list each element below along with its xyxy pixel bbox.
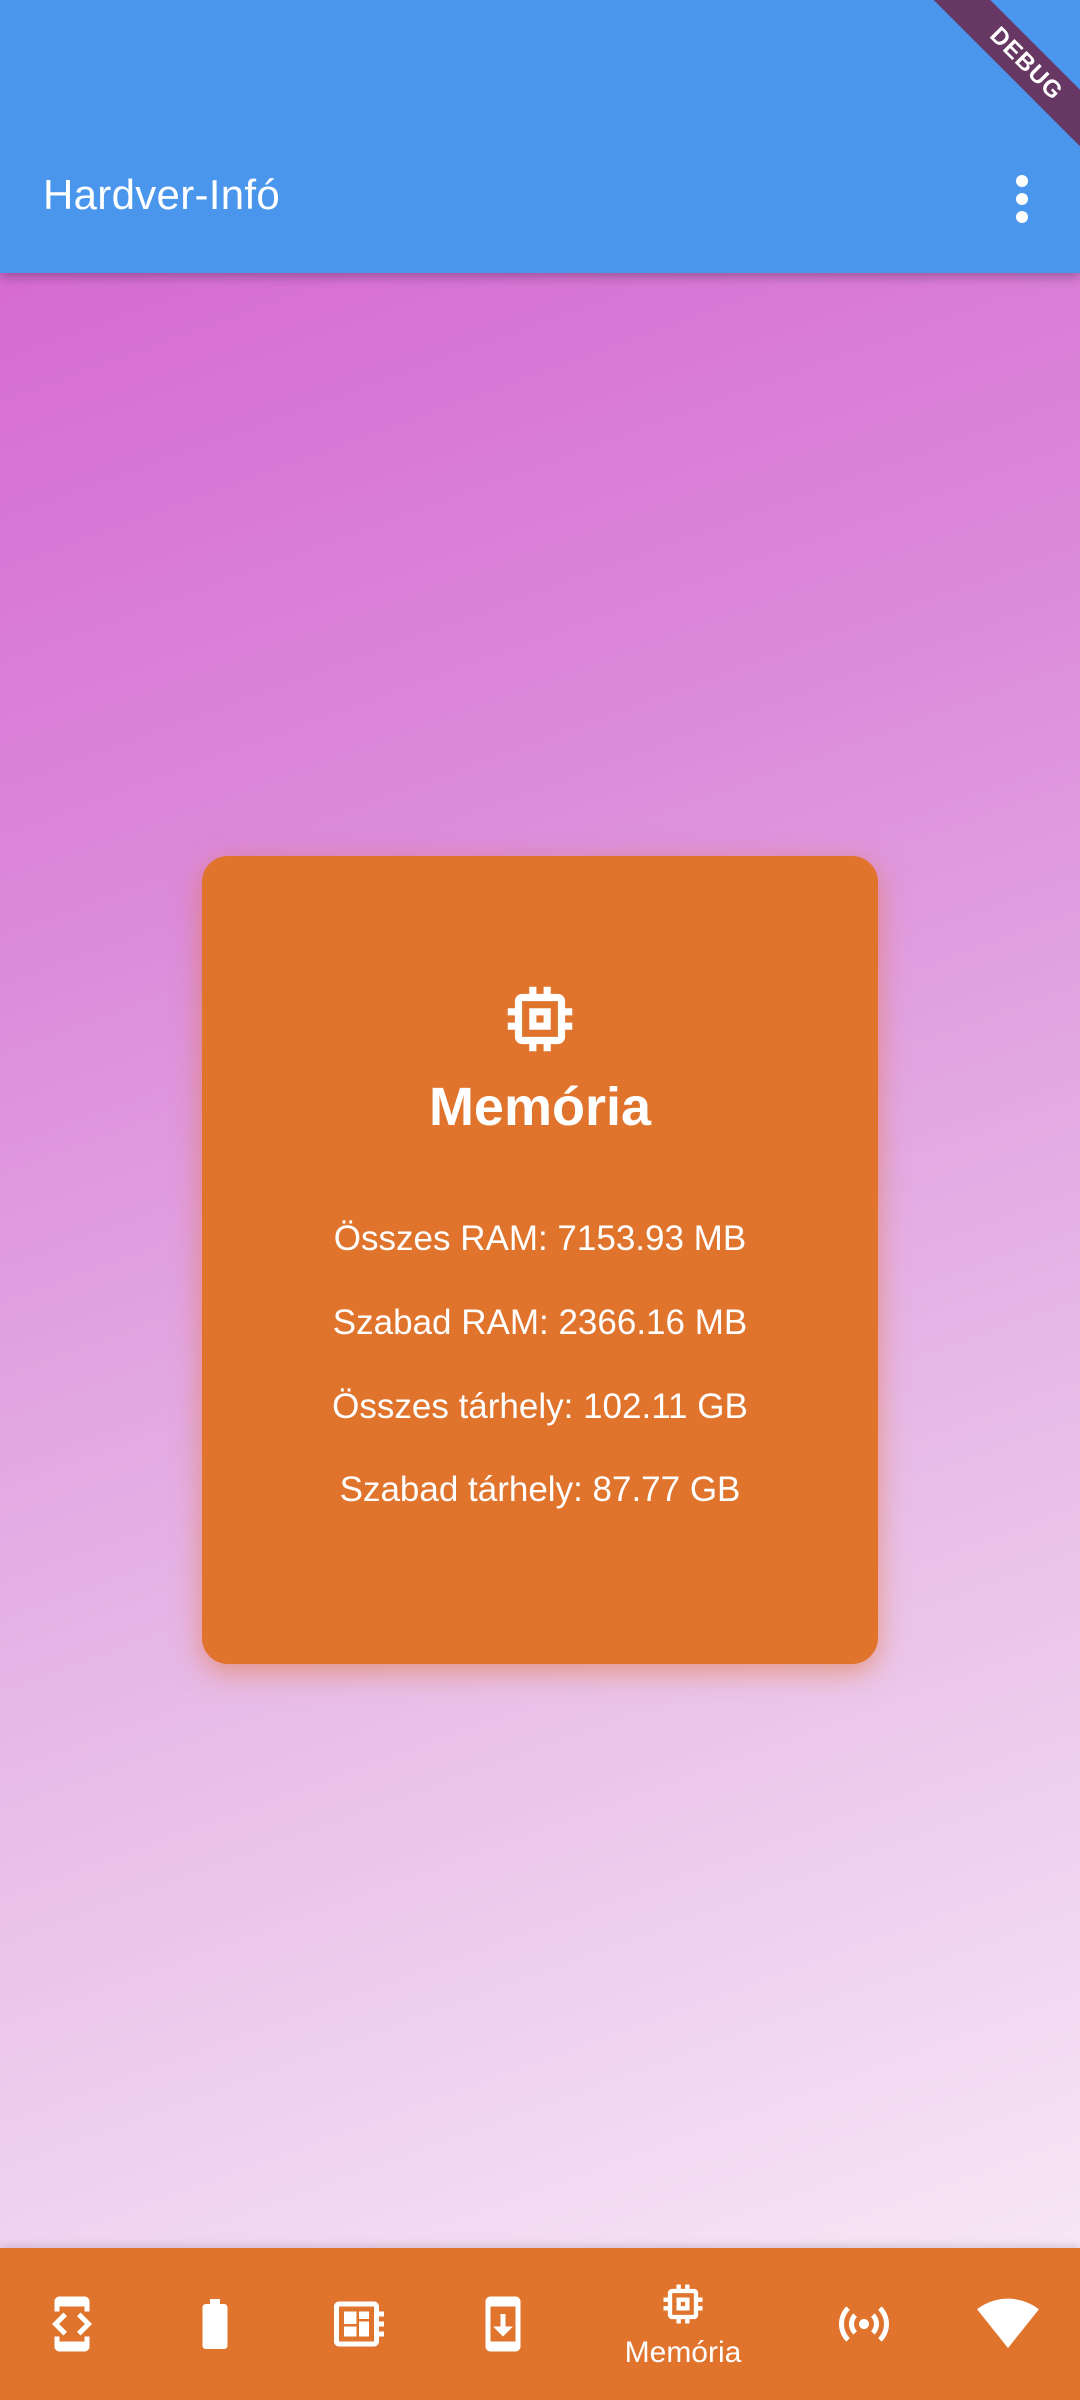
total-ram-text: Összes RAM: 7153.93 MB <box>333 1219 747 1258</box>
nav-item-system-update[interactable] <box>433 2248 573 2400</box>
free-storage-text: Szabad tárhely: 87.77 GB <box>339 1470 741 1509</box>
total-storage-text: Összes tárhely: 102.11 GB <box>332 1387 748 1426</box>
debug-banner: DEBUG <box>920 0 1080 160</box>
app-bar: Hardver-Infó <box>0 0 1080 273</box>
battery-icon <box>202 2299 228 2349</box>
memory-chip-icon <box>663 2284 703 2324</box>
memory-card: Memória Összes RAM: 7153.93 MB Szabad RA… <box>202 856 878 1664</box>
bottom-navigation-bar: Memória <box>0 2248 1080 2400</box>
system-update-icon <box>485 2296 521 2352</box>
dashboard-icon <box>334 2301 384 2347</box>
more-vert-icon <box>1016 175 1028 223</box>
nav-item-broadcast[interactable] <box>794 2248 934 2400</box>
nav-item-developer[interactable] <box>2 2248 142 2400</box>
nav-item-wifi[interactable] <box>938 2248 1078 2400</box>
nav-item-memory[interactable]: Memória <box>613 2248 753 2400</box>
free-ram-text: Szabad RAM: 2366.16 MB <box>332 1303 748 1342</box>
developer-mode-icon <box>52 2296 92 2352</box>
card-title: Memória <box>428 1077 652 1137</box>
nav-item-memory-label: Memória <box>624 2336 742 2369</box>
broadcast-icon <box>839 2306 889 2342</box>
more-options-button[interactable] <box>986 166 1058 232</box>
memory-chip-icon <box>507 986 573 1052</box>
app-title: Hardver-Infó <box>43 171 281 218</box>
nav-item-battery[interactable] <box>145 2248 285 2400</box>
nav-item-dashboard[interactable] <box>289 2248 429 2400</box>
debug-banner-label: DEBUG <box>920 0 1080 160</box>
wifi-icon <box>977 2298 1039 2348</box>
